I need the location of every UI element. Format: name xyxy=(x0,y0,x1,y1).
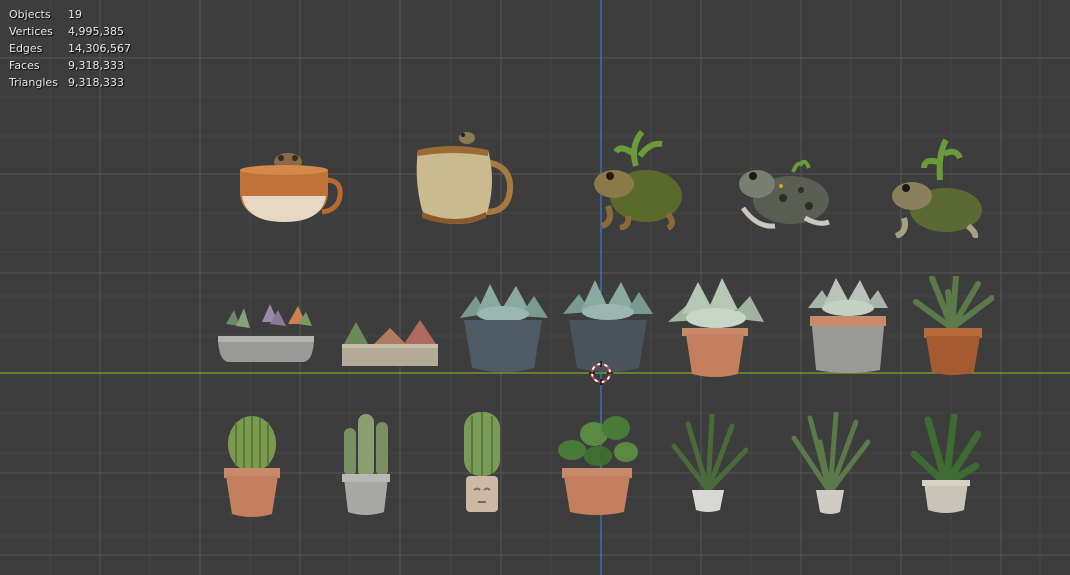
3d-cursor[interactable] xyxy=(589,361,613,385)
stat-value: 19 xyxy=(68,8,82,21)
aloe-terracotta-pot[interactable] xyxy=(912,276,994,378)
barrel-cactus-terracotta[interactable] xyxy=(220,414,284,518)
stat-value: 9,318,333 xyxy=(68,59,124,72)
frog-in-teacup[interactable] xyxy=(236,150,344,228)
toad-with-plant[interactable] xyxy=(588,126,688,230)
snake-plant-concrete-pot[interactable] xyxy=(906,414,986,516)
echeveria-dark-pot[interactable] xyxy=(561,280,655,374)
spotted-toad[interactable] xyxy=(735,158,833,230)
stat-row-faces: Faces 9,318,333 xyxy=(9,57,131,74)
scene-statistics-overlay: Objects 19 Vertices 4,995,385 Edges 14,306,56… xyxy=(9,6,131,91)
stat-row-vertices: Vertices 4,995,385 xyxy=(9,23,131,40)
columnar-cactus-concrete[interactable] xyxy=(340,412,392,516)
echeveria-grey-pot[interactable] xyxy=(806,278,890,376)
cactus-face-pot[interactable] xyxy=(460,410,504,518)
rectangular-succulent-planter[interactable] xyxy=(340,318,440,368)
dracaena-white-pot[interactable] xyxy=(668,414,748,516)
pothos-terracotta-pot[interactable] xyxy=(554,412,640,518)
echeveria-terracotta-pot[interactable] xyxy=(666,276,766,378)
echeveria-blue-pot[interactable] xyxy=(456,282,550,374)
stat-label: Edges xyxy=(9,42,43,55)
stat-value: 9,318,333 xyxy=(68,76,124,89)
stat-row-triangles: Triangles 9,318,333 xyxy=(9,74,131,91)
stat-label: Faces xyxy=(9,59,40,72)
stat-row-edges: Edges 14,306,567 xyxy=(9,40,131,57)
stat-label: Vertices xyxy=(9,25,53,38)
3d-viewport[interactable]: Objects 19 Vertices 4,995,385 Edges 14,306,56… xyxy=(0,0,1070,575)
stat-value: 14,306,567 xyxy=(68,42,131,55)
stat-value: 4,995,385 xyxy=(68,25,124,38)
succulent-trough-planter[interactable] xyxy=(214,302,316,368)
stat-row-objects: Objects 19 xyxy=(9,6,131,23)
stat-label: Triangles xyxy=(9,76,58,89)
ceramic-mug-with-frog[interactable] xyxy=(412,128,520,228)
stat-label: Objects xyxy=(9,8,51,21)
palm-small-white-pot[interactable] xyxy=(790,412,870,518)
toad-with-sprout[interactable] xyxy=(888,132,986,238)
